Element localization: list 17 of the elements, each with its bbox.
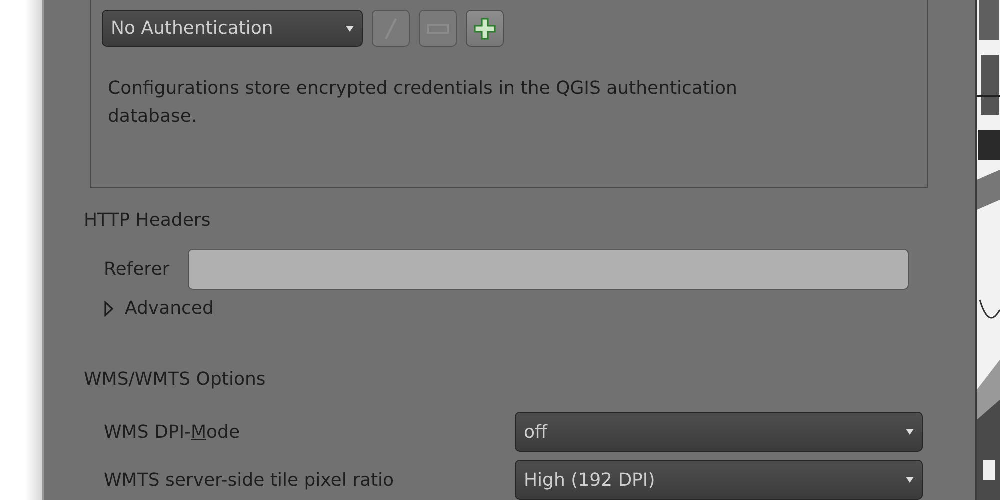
auth-note: Configurations store encrypted credentials in the QGIS authentication database.	[108, 77, 738, 129]
expand-triangle-icon	[104, 300, 114, 316]
add-button[interactable]	[466, 10, 504, 47]
option-dropdown[interactable]: High (192 DPI)	[515, 460, 923, 500]
caret-icon	[346, 26, 354, 32]
option-label: WMTS server-side tile pixel ratio	[104, 470, 394, 490]
caret-icon	[906, 477, 914, 483]
referer-field[interactable]	[188, 249, 909, 290]
referer-label: Referer	[104, 259, 170, 280]
plus-icon	[474, 18, 496, 40]
advanced-expander[interactable]: Advanced	[104, 298, 975, 319]
option-label: WMS DPI-Mode	[104, 422, 240, 442]
section-title: WMS/WMTS Options	[84, 369, 267, 390]
authentication-dropdown[interactable]: No Authentication	[102, 10, 363, 47]
caret-icon	[906, 429, 914, 435]
option-dropdown[interactable]: off	[515, 412, 923, 452]
section-title: HTTP Headers	[84, 210, 212, 231]
